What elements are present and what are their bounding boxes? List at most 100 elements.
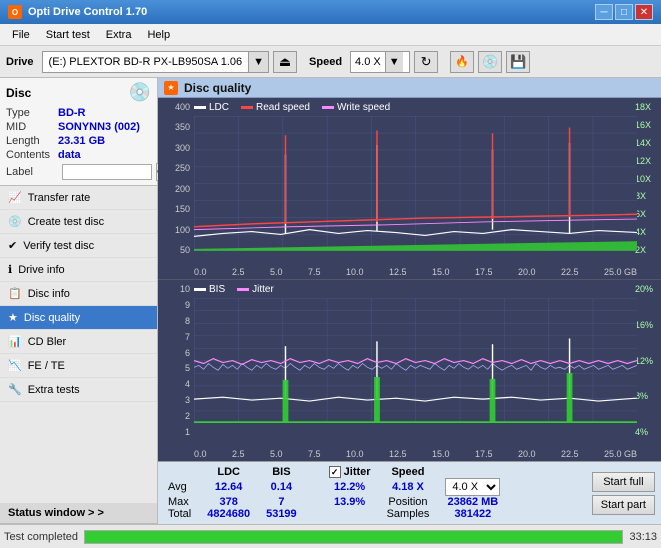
window-controls: ─ □ ✕ xyxy=(595,4,653,20)
x-label: 22.5 xyxy=(561,449,579,459)
chart-title: Disc quality xyxy=(184,81,251,95)
speed-select-dropdown[interactable]: 4.0 X xyxy=(445,478,500,496)
bottom-stats-area: LDC BIS ✓ Jitter Speed xyxy=(158,462,661,524)
y-label: 2 xyxy=(160,411,190,421)
disc-label-input[interactable] xyxy=(62,164,152,180)
drive-toolbar: Drive (E:) PLEXTOR BD-R PX-LB950SA 1.06 … xyxy=(0,46,661,78)
menu-bar: File Start test Extra Help xyxy=(0,24,661,46)
close-button[interactable]: ✕ xyxy=(635,4,653,20)
speed-selector-cell[interactable]: 4.0 X xyxy=(437,478,508,496)
sidebar-item-disc-quality[interactable]: ★ Disc quality xyxy=(0,306,157,330)
drive-value: (E:) PLEXTOR BD-R PX-LB950SA 1.06 xyxy=(43,54,249,70)
sidebar-item-label: Verify test disc xyxy=(23,240,94,252)
progress-bar xyxy=(84,530,623,544)
sidebar-item-fe-te[interactable]: 📉 FE / TE xyxy=(0,354,157,378)
x-label: 2.5 xyxy=(232,449,245,459)
th-spacer xyxy=(305,466,321,478)
title-bar: O Opti Drive Control 1.70 ─ □ ✕ xyxy=(0,0,661,24)
sidebar-item-label: Create test disc xyxy=(28,216,104,228)
sidebar-item-cd-bler[interactable]: 📊 CD Bler xyxy=(0,330,157,354)
x-label: 17.5 xyxy=(475,267,493,277)
legend-ldc-label: LDC xyxy=(209,102,229,113)
max-bis: 7 xyxy=(258,496,305,508)
refresh-button[interactable]: ↻ xyxy=(414,51,438,73)
jitter-checkbox[interactable]: ✓ xyxy=(329,466,341,478)
disc-contents-val: data xyxy=(58,149,81,161)
y-label: 200 xyxy=(160,184,190,194)
sidebar-item-create-test-disc[interactable]: 💿 Create test disc xyxy=(0,210,157,234)
legend-write-speed: Write speed xyxy=(322,102,390,113)
total-label: Total xyxy=(166,508,199,520)
y-right-label: 14X xyxy=(635,138,659,148)
speed-selector[interactable]: 4.0 X ▼ xyxy=(350,51,410,73)
sidebar: Disc 💿 Type BD-R MID SONYNN3 (002) Lengt… xyxy=(0,78,158,524)
y-label: 50 xyxy=(160,245,190,255)
disc-panel: Disc 💿 Type BD-R MID SONYNN3 (002) Lengt… xyxy=(0,78,157,186)
sidebar-item-transfer-rate[interactable]: 📈 Transfer rate xyxy=(0,186,157,210)
sidebar-item-verify-test-disc[interactable]: ✔ Verify test disc xyxy=(0,234,157,258)
menu-extra[interactable]: Extra xyxy=(98,27,140,43)
sidebar-item-disc-info[interactable]: 📋 Disc info xyxy=(0,282,157,306)
x-label: 15.0 xyxy=(432,449,450,459)
y-label: 1 xyxy=(160,427,190,437)
th-ldc: LDC xyxy=(199,466,258,478)
bottom-stats-section: LDC BIS ✓ Jitter Speed xyxy=(158,461,661,524)
x-label: 7.5 xyxy=(308,449,321,459)
speed-label: Speed xyxy=(309,56,342,68)
x-label: 2.5 xyxy=(232,267,245,277)
status-window-button[interactable]: Status window > > xyxy=(0,503,157,524)
y-label: 8 xyxy=(160,316,190,326)
th-jitter-check[interactable]: ✓ Jitter xyxy=(321,466,379,478)
x-label: 5.0 xyxy=(270,267,283,277)
status-time: 33:13 xyxy=(629,531,657,543)
sidebar-item-extra-tests[interactable]: 🔧 Extra tests xyxy=(0,378,157,402)
start-part-button[interactable]: Start part xyxy=(592,495,655,515)
spacer3 xyxy=(305,508,321,520)
x-label: 7.5 xyxy=(308,267,321,277)
chart-top-y-left: 400 350 300 250 200 150 100 50 xyxy=(158,98,192,259)
samples-label: Samples xyxy=(379,508,438,520)
app-icon: O xyxy=(8,5,22,19)
eject-button[interactable]: ⏏ xyxy=(273,51,297,73)
sidebar-item-label: Extra tests xyxy=(28,384,80,396)
chart-header: ★ Disc quality xyxy=(158,78,661,98)
x-label: 5.0 xyxy=(270,449,283,459)
disc-panel-header: Disc 💿 xyxy=(6,82,151,103)
th-speed: Speed xyxy=(379,466,438,478)
disc-mid-row: MID SONYNN3 (002) xyxy=(6,121,151,133)
total-bis: 53199 xyxy=(258,508,305,520)
sidebar-item-drive-info[interactable]: ℹ Drive info xyxy=(0,258,157,282)
drive-selector[interactable]: (E:) PLEXTOR BD-R PX-LB950SA 1.06 ▼ xyxy=(42,51,270,73)
disc-icon-button[interactable]: 💿 xyxy=(478,51,502,73)
status-window-label: Status window > > xyxy=(8,507,104,519)
menu-start-test[interactable]: Start test xyxy=(38,27,98,43)
disc-type-row: Type BD-R xyxy=(6,107,151,119)
speed-dropdown-arrow[interactable]: ▼ xyxy=(385,52,403,72)
max-label: Max xyxy=(166,496,199,508)
drive-dropdown-arrow[interactable]: ▼ xyxy=(248,52,268,72)
sidebar-item-label: Transfer rate xyxy=(28,192,91,204)
save-button[interactable]: 💾 xyxy=(506,51,530,73)
th-jitter-label: Jitter xyxy=(344,466,371,478)
y-label: 6 xyxy=(160,348,190,358)
y-right-label: 10X xyxy=(635,174,659,184)
spacer xyxy=(305,478,321,496)
disc-label-key: Label xyxy=(6,166,58,178)
maximize-button[interactable]: □ xyxy=(615,4,633,20)
menu-help[interactable]: Help xyxy=(139,27,178,43)
speed-val: 4.18 X xyxy=(379,478,438,496)
x-label: 20.0 xyxy=(518,449,536,459)
menu-file[interactable]: File xyxy=(4,27,38,43)
x-label: 15.0 xyxy=(432,267,450,277)
start-full-button[interactable]: Start full xyxy=(592,472,655,492)
minimize-button[interactable]: ─ xyxy=(595,4,613,20)
charts-area: LDC Read speed Write speed 400 350 30 xyxy=(158,98,661,461)
burn-icon-button[interactable]: 🔥 xyxy=(450,51,474,73)
progress-bar-fill xyxy=(85,531,622,543)
y-label: 9 xyxy=(160,300,190,310)
extra-tests-icon: 🔧 xyxy=(8,383,22,396)
disc-label-row: Label ✏ xyxy=(6,163,151,181)
x-label: 0.0 xyxy=(194,449,207,459)
x-label: 20.0 xyxy=(518,267,536,277)
avg-bis: 0.14 xyxy=(258,478,305,496)
